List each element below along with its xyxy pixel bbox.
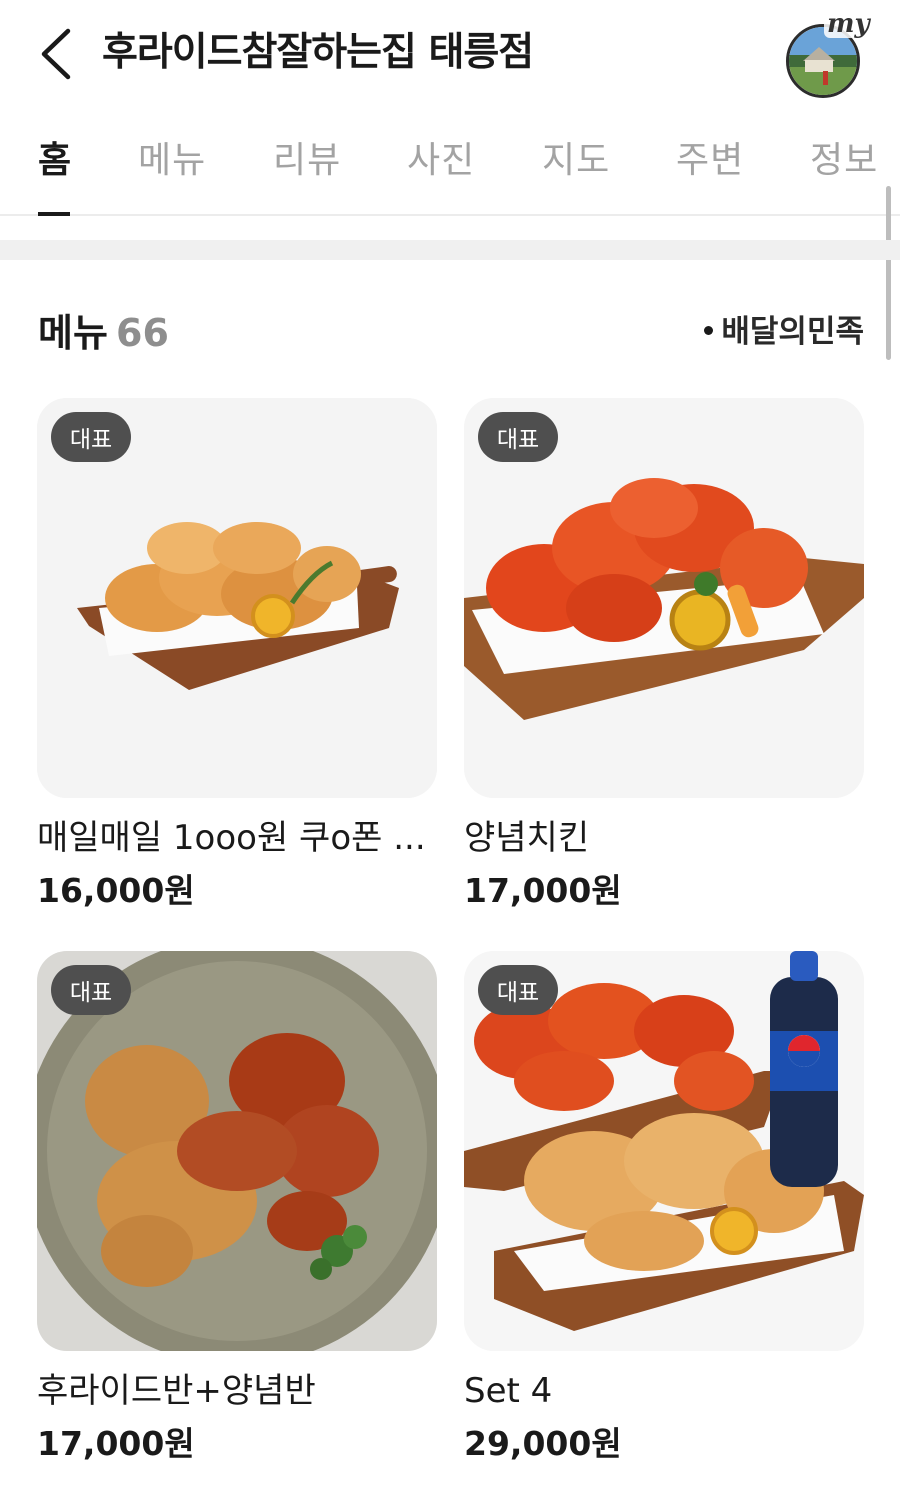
my-profile-button[interactable]: my — [784, 10, 873, 98]
menu-item-price: 17,000원 — [464, 871, 622, 910]
menu-item-price: 29,000원 — [464, 1424, 622, 1463]
menu-card[interactable]: 대표 후라이드반+양념반 17,000원 — [37, 951, 437, 1463]
tab-bar: 홈 메뉴 리뷰 사진 지도 주변 정보 — [0, 120, 900, 216]
menu-section-header: 메뉴 66 배달의민족 — [38, 308, 864, 358]
scrollbar[interactable] — [886, 186, 891, 360]
tab-map[interactable]: 지도 — [542, 138, 610, 184]
signature-badge: 대표 — [51, 412, 131, 462]
menu-item-price: 17,000원 — [37, 1424, 195, 1463]
store-title: 후라이드참잘하는집 태릉점 — [102, 30, 534, 75]
menu-thumbnail: 대표 — [464, 398, 864, 798]
chevron-left-icon — [41, 28, 71, 80]
tab-reviews[interactable]: 리뷰 — [273, 138, 341, 184]
tab-nearby[interactable]: 주변 — [676, 138, 744, 184]
menu-item-name: 매일매일 1ooo원 쿠o폰 ... — [37, 818, 426, 858]
signature-badge: 대표 — [478, 965, 558, 1015]
signature-badge: 대표 — [51, 965, 131, 1015]
menu-item-price: 16,000원 — [37, 871, 195, 910]
menu-item-name: Set 4 — [464, 1371, 553, 1411]
menu-thumbnail: 대표 — [37, 398, 437, 798]
back-button[interactable] — [30, 24, 80, 84]
tab-home[interactable]: 홈 — [38, 138, 72, 184]
menu-card[interactable]: 대표 양념치킨 17,000원 — [464, 398, 864, 910]
menu-section-title: 메뉴 — [38, 311, 108, 355]
menu-item-name: 후라이드반+양념반 — [37, 1371, 316, 1411]
top-header: 후라이드참잘하는집 태릉점 my — [0, 0, 900, 110]
menu-thumbnail: 대표 — [464, 951, 864, 1351]
tab-menu[interactable]: 메뉴 — [138, 138, 206, 184]
menu-item-name: 양념치킨 — [464, 818, 590, 858]
tab-info[interactable]: 정보 — [810, 138, 878, 184]
bullet-icon — [704, 326, 714, 335]
section-divider — [0, 240, 900, 260]
source-text: 배달의민족 — [721, 314, 864, 350]
my-label: my — [824, 10, 873, 38]
menu-card[interactable]: 대표 Set 4 29,000원 — [464, 951, 864, 1463]
signature-badge: 대표 — [478, 412, 558, 462]
menu-thumbnail: 대표 — [37, 951, 437, 1351]
source-label[interactable]: 배달의민족 — [704, 310, 864, 354]
active-tab-indicator — [38, 212, 70, 216]
menu-card[interactable]: 대표 매일매일 1ooo원 쿠o폰 ... 16,000원 — [37, 398, 437, 910]
tab-photos[interactable]: 사진 — [407, 138, 475, 184]
menu-count: 66 — [116, 311, 169, 355]
